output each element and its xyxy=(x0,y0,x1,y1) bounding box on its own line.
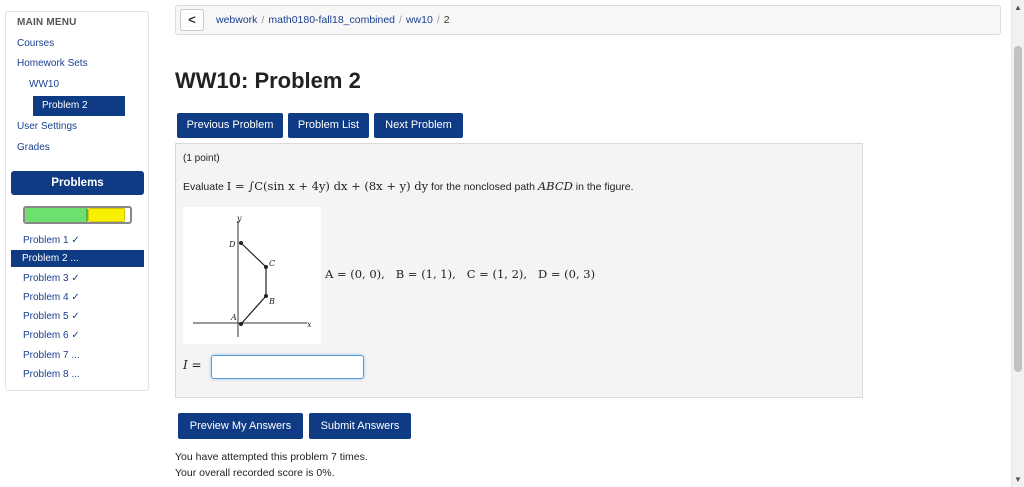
point-b-label: B xyxy=(268,297,275,306)
path-diagram: y x A B C D xyxy=(193,214,312,337)
statement-prefix: Evaluate xyxy=(183,181,227,193)
progress-correct-segment xyxy=(25,208,88,222)
path-figure: y x A B C D xyxy=(183,207,321,344)
point-a-label: A xyxy=(230,313,237,322)
breadcrumb-separator: / xyxy=(399,14,402,26)
point-d-label: D xyxy=(228,240,236,249)
point-coordinates: A = (0, 0), B = (1, 1), C = (1, 2), D = … xyxy=(325,267,596,281)
y-axis-label: y xyxy=(236,214,242,223)
path-abcd xyxy=(240,242,267,325)
sidebar-item-problem-2[interactable]: Problem 2 xyxy=(33,96,125,116)
breadcrumb-trail: webwork / math0180-fall18_combined / ww10/2 xyxy=(216,14,450,26)
breadcrumb: < webwork / math0180-fall18_combined / ww10/… xyxy=(175,5,1001,35)
attempts-status: You have attempted this problem 7 times. xyxy=(175,451,368,463)
scroll-down-icon[interactable]: ▼ xyxy=(1014,475,1022,484)
page-scrollbar[interactable]: ▲ ▼ xyxy=(1011,0,1024,487)
answer-label: I = xyxy=(183,358,202,372)
problem-link-6[interactable]: Problem 6 ✓ xyxy=(23,330,80,341)
problem-link-7[interactable]: Problem 7 ... xyxy=(23,350,80,361)
breadcrumb-item-webwork[interactable]: webwork xyxy=(216,14,257,26)
chevron-left-icon: < xyxy=(188,12,196,27)
score-status: Your overall recorded score is 0%. xyxy=(175,467,335,479)
line-integral-expression: I = ∫C(sin x + 4y) dx + (8x + y) dy xyxy=(226,179,429,193)
problem-link-1[interactable]: Problem 1 ✓ xyxy=(23,235,80,246)
problem-statement: Evaluate I = ∫C(sin x + 4y) dx + (8x + y… xyxy=(183,179,634,193)
problem-points: (1 point) xyxy=(183,153,220,164)
problem-link-2[interactable]: Problem 2 ... xyxy=(11,250,144,267)
main-menu-sidebar: MAIN MENU Courses Homework Sets WW10 Pro… xyxy=(5,11,149,391)
scroll-up-icon[interactable]: ▲ xyxy=(1014,3,1022,12)
point-d-marker xyxy=(239,241,243,245)
sidebar-item-grades[interactable]: Grades xyxy=(17,142,50,153)
path-name: ABCD xyxy=(537,179,573,193)
main-menu-header: MAIN MENU xyxy=(17,17,77,28)
scroll-thumb[interactable] xyxy=(1014,46,1022,372)
sidebar-item-courses[interactable]: Courses xyxy=(17,38,54,49)
sidebar-item-homework-sets[interactable]: Homework Sets xyxy=(17,58,88,69)
previous-problem-button[interactable]: Previous Problem xyxy=(177,113,283,138)
problems-panel-header: Problems xyxy=(11,171,144,195)
point-c-marker xyxy=(264,265,268,269)
problem-link-3[interactable]: Problem 3 ✓ xyxy=(23,273,80,284)
problem-link-5[interactable]: Problem 5 ✓ xyxy=(23,311,80,322)
sidebar-item-ww10[interactable]: WW10 xyxy=(29,79,59,90)
next-problem-button[interactable]: Next Problem xyxy=(374,113,463,138)
progress-attempted-segment xyxy=(88,208,125,222)
progress-bar xyxy=(23,206,132,224)
point-b-marker xyxy=(264,294,268,298)
answer-input[interactable] xyxy=(211,355,364,379)
breadcrumb-separator: / xyxy=(261,14,265,26)
breadcrumb-item-course[interactable]: math0180-fall18_combined xyxy=(268,14,395,26)
point-c-label: C xyxy=(269,259,275,268)
breadcrumb-separator: / xyxy=(436,14,440,26)
problem-body: (1 point) Evaluate I = ∫C(sin x + 4y) dx… xyxy=(175,143,863,398)
page-title: WW10: Problem 2 xyxy=(175,68,361,93)
preview-answers-button[interactable]: Preview My Answers xyxy=(178,413,303,439)
problem-link-8[interactable]: Problem 8 ... xyxy=(23,369,80,380)
breadcrumb-item-set[interactable]: ww10 xyxy=(406,14,433,26)
submit-answers-button[interactable]: Submit Answers xyxy=(309,413,411,439)
point-a-marker xyxy=(239,322,243,326)
x-axis-label: x xyxy=(307,320,312,329)
statement-middle: for the nonclosed path xyxy=(428,181,538,193)
problem-list-button[interactable]: Problem List xyxy=(288,113,369,138)
back-button[interactable]: < xyxy=(180,9,204,31)
problem-link-4[interactable]: Problem 4 ✓ xyxy=(23,292,80,303)
statement-end: in the figure. xyxy=(572,181,634,193)
breadcrumb-item-problem: 2 xyxy=(443,14,450,26)
sidebar-item-user-settings[interactable]: User Settings xyxy=(17,121,77,132)
